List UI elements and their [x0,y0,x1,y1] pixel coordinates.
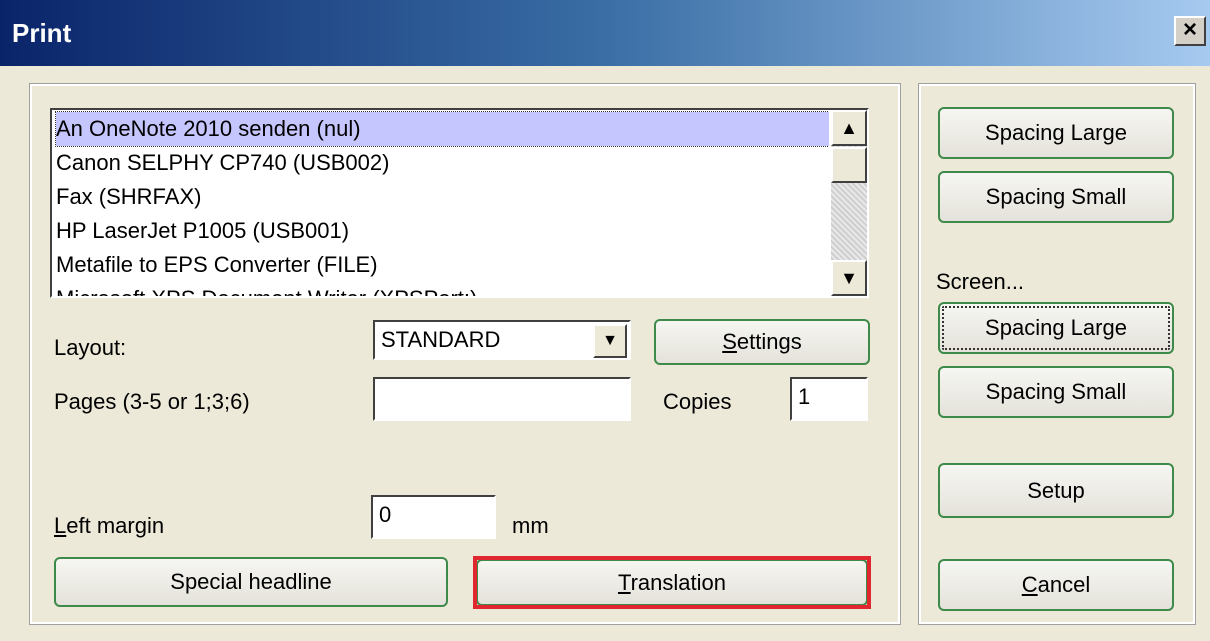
layout-label: Layout: [54,335,127,360]
arrow-up-icon: ▲ [840,118,858,138]
pages-label: Pages (3-5 or 1;3;6) [54,389,250,414]
special-headline-button[interactable]: Special headline [54,557,448,607]
screen-label: Screen... [936,269,1025,294]
layout-select[interactable]: STANDARD ▼ [373,320,631,360]
printer-item[interactable]: HP LaserJet P1005 (USB001) [56,214,829,248]
scroll-up-button[interactable]: ▲ [831,110,867,146]
translation-highlight-frame [473,556,871,609]
left-margin-input[interactable]: 0 [371,495,496,539]
layout-select-value: STANDARD [381,327,501,352]
copies-label: Copies [663,389,732,414]
dropdown-arrow-icon[interactable]: ▼ [593,324,627,358]
printer-item[interactable]: An OneNote 2010 senden (nul) [55,111,829,147]
setup-button[interactable]: Setup [938,463,1174,518]
screen-spacing-small-button[interactable]: Spacing Small [938,366,1174,418]
printer-item[interactable]: Metafile to EPS Converter (FILE) [56,248,829,282]
side-group-box [918,83,1196,625]
scroll-down-button[interactable]: ▼ [831,260,867,296]
copies-input[interactable]: 1 [790,377,868,421]
print-spacing-small-button[interactable]: Spacing Small [938,171,1174,223]
printer-list-rows: An OneNote 2010 senden (nul) Canon SELPH… [52,110,829,296]
screen-spacing-large-button[interactable]: Spacing Large [938,302,1174,354]
printer-list-scrollbar[interactable]: ▲ ▼ [831,110,867,296]
left-margin-unit: mm [512,513,549,538]
pages-input[interactable] [373,377,631,421]
printer-list[interactable]: An OneNote 2010 senden (nul) Canon SELPH… [50,108,869,298]
close-icon: × [1182,16,1197,43]
arrow-down-icon: ▼ [840,268,858,288]
title-bar: Print × [0,0,1210,66]
close-button[interactable]: × [1174,16,1206,46]
scroll-thumb[interactable] [831,147,867,183]
printer-item[interactable]: Canon SELPHY CP740 (USB002) [56,146,829,180]
print-spacing-large-button[interactable]: Spacing Large [938,107,1174,159]
window-title: Print [12,18,72,48]
cancel-button[interactable]: Cancel [938,559,1174,611]
printer-item[interactable]: Microsoft XPS Document Writer (XPSPort:) [56,282,829,296]
settings-button[interactable]: Settings [654,319,870,365]
printer-item[interactable]: Fax (SHRFAX) [56,180,829,214]
left-margin-label: Left margin [54,513,165,538]
